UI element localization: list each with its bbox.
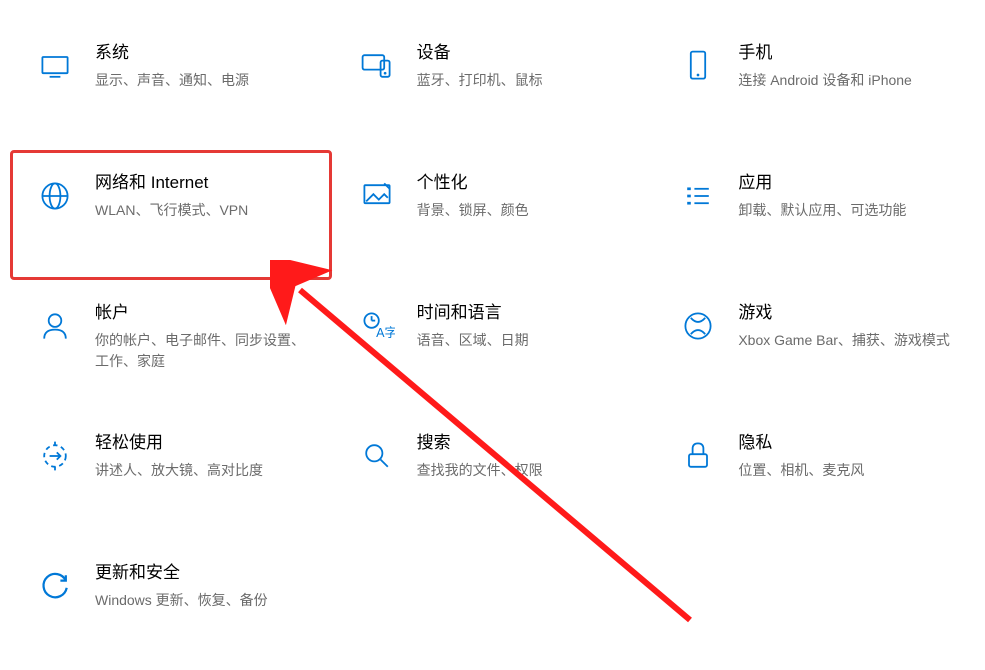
apps-icon: [678, 176, 718, 216]
tile-subtitle: 你的帐户、电子邮件、同步设置、工作、家庭: [95, 330, 312, 372]
search-icon: [357, 436, 397, 476]
tile-search[interactable]: 搜索 查找我的文件、权限: [332, 410, 654, 540]
tile-text: 搜索 查找我的文件、权限: [417, 432, 634, 481]
tile-title: 轻松使用: [95, 432, 312, 454]
tile-time-language[interactable]: 时间和语言 语音、区域、日期: [332, 280, 654, 410]
system-icon: [35, 46, 75, 86]
tile-network[interactable]: 网络和 Internet WLAN、飞行模式、VPN: [10, 150, 332, 280]
tile-subtitle: 位置、相机、麦克风: [738, 460, 955, 481]
tile-title: 应用: [738, 172, 955, 194]
tile-subtitle: 背景、锁屏、颜色: [417, 200, 634, 221]
tile-title: 游戏: [738, 302, 955, 324]
devices-icon: [357, 46, 397, 86]
tile-personalization[interactable]: 个性化 背景、锁屏、颜色: [332, 150, 654, 280]
tile-subtitle: WLAN、飞行模式、VPN: [95, 200, 312, 221]
tile-text: 时间和语言 语音、区域、日期: [417, 302, 634, 351]
tile-subtitle: 显示、声音、通知、电源: [95, 70, 312, 91]
tile-title: 搜索: [417, 432, 634, 454]
tile-title: 帐户: [95, 302, 312, 324]
tile-devices[interactable]: 设备 蓝牙、打印机、鼠标: [332, 20, 654, 150]
tile-text: 设备 蓝牙、打印机、鼠标: [417, 42, 634, 91]
tile-title: 手机: [738, 42, 955, 64]
tile-subtitle: Windows 更新、恢复、备份: [95, 590, 312, 611]
tile-privacy[interactable]: 隐私 位置、相机、麦克风: [653, 410, 975, 540]
tile-text: 网络和 Internet WLAN、飞行模式、VPN: [95, 172, 312, 221]
tile-subtitle: 讲述人、放大镜、高对比度: [95, 460, 312, 481]
globe-icon: [35, 176, 75, 216]
tile-accounts[interactable]: 帐户 你的帐户、电子邮件、同步设置、工作、家庭: [10, 280, 332, 410]
tile-subtitle: 连接 Android 设备和 iPhone: [738, 70, 955, 91]
gaming-icon: [678, 306, 718, 346]
tile-title: 隐私: [738, 432, 955, 454]
tile-title: 系统: [95, 42, 312, 64]
personalization-icon: [357, 176, 397, 216]
time-language-icon: [357, 306, 397, 346]
tile-title: 网络和 Internet: [95, 172, 312, 194]
tile-title: 设备: [417, 42, 634, 64]
tile-ease-of-access[interactable]: 轻松使用 讲述人、放大镜、高对比度: [10, 410, 332, 540]
tile-system[interactable]: 系统 显示、声音、通知、电源: [10, 20, 332, 150]
tile-text: 手机 连接 Android 设备和 iPhone: [738, 42, 955, 91]
lock-icon: [678, 436, 718, 476]
tile-update-security[interactable]: 更新和安全 Windows 更新、恢复、备份: [10, 540, 332, 670]
tile-text: 帐户 你的帐户、电子邮件、同步设置、工作、家庭: [95, 302, 312, 372]
tile-text: 系统 显示、声音、通知、电源: [95, 42, 312, 91]
tile-subtitle: 语音、区域、日期: [417, 330, 634, 351]
accounts-icon: [35, 306, 75, 346]
update-icon: [35, 566, 75, 606]
tile-title: 个性化: [417, 172, 634, 194]
tile-gaming[interactable]: 游戏 Xbox Game Bar、捕获、游戏模式: [653, 280, 975, 410]
tile-text: 游戏 Xbox Game Bar、捕获、游戏模式: [738, 302, 955, 351]
phone-icon: [678, 46, 718, 86]
tile-text: 轻松使用 讲述人、放大镜、高对比度: [95, 432, 312, 481]
tile-subtitle: Xbox Game Bar、捕获、游戏模式: [738, 330, 955, 351]
tile-text: 隐私 位置、相机、麦克风: [738, 432, 955, 481]
tile-phone[interactable]: 手机 连接 Android 设备和 iPhone: [653, 20, 975, 150]
tile-text: 更新和安全 Windows 更新、恢复、备份: [95, 562, 312, 611]
tile-text: 应用 卸载、默认应用、可选功能: [738, 172, 955, 221]
tile-subtitle: 蓝牙、打印机、鼠标: [417, 70, 634, 91]
ease-of-access-icon: [35, 436, 75, 476]
tile-text: 个性化 背景、锁屏、颜色: [417, 172, 634, 221]
settings-grid: 系统 显示、声音、通知、电源 设备 蓝牙、打印机、鼠标 手机 连接 Androi…: [10, 20, 975, 670]
tile-subtitle: 查找我的文件、权限: [417, 460, 634, 481]
tile-title: 时间和语言: [417, 302, 634, 324]
tile-apps[interactable]: 应用 卸载、默认应用、可选功能: [653, 150, 975, 280]
tile-title: 更新和安全: [95, 562, 312, 584]
tile-subtitle: 卸载、默认应用、可选功能: [738, 200, 955, 221]
